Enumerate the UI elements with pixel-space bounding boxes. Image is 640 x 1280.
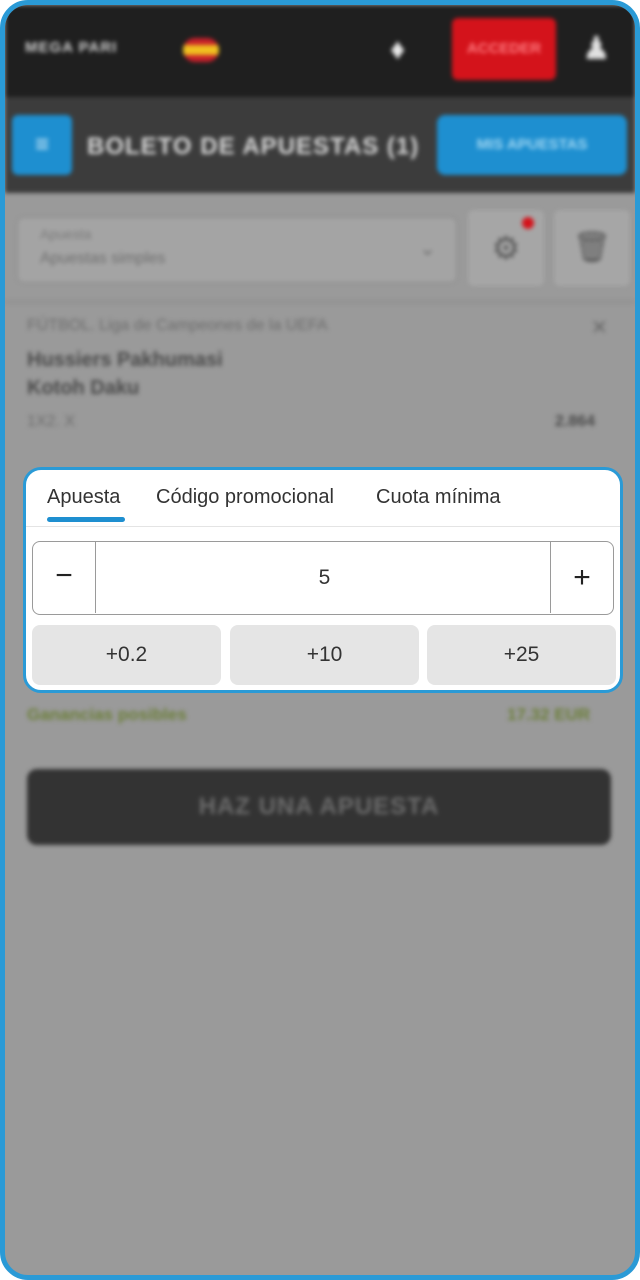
login-button[interactable]: ACCEDER <box>452 18 556 80</box>
close-icon[interactable]: ✕ <box>591 315 608 340</box>
betslip-title: BOLETO DE APUESTAS (1) <box>87 133 420 160</box>
flag-icon[interactable] <box>183 38 219 62</box>
stake-amount-input[interactable] <box>97 542 552 613</box>
league-name: FÚTBOL. Liga de Campeones de la UEFA <box>27 317 328 334</box>
stake-stepper: − + <box>32 541 614 615</box>
increase-button[interactable]: + <box>550 542 613 613</box>
brand-logo[interactable]: MEGA PARI <box>25 39 117 56</box>
stake-card: Apuesta Código promocional Cuota mínima … <box>23 467 623 693</box>
user-icon[interactable]: ♟ <box>582 29 611 67</box>
quick-amount-button[interactable]: +0.2 <box>32 625 221 685</box>
active-tab-indicator <box>47 517 125 522</box>
tab-min-odds[interactable]: Cuota mínima <box>376 486 501 509</box>
tab-bet[interactable]: Apuesta <box>47 486 120 509</box>
top-bar: MEGA PARI ♦ ACCEDER ♟ <box>5 5 635 97</box>
trash-icon[interactable]: 🗑 <box>554 210 630 286</box>
team-home: Hussiers Pakhumasi <box>27 349 223 371</box>
place-bet-button[interactable]: HAZ UNA APUESTA <box>27 769 611 845</box>
chevron-icon[interactable]: ≡ <box>12 115 72 175</box>
phone-frame: MEGA PARI ♦ ACCEDER ♟ ≡ BOLETO DE APUEST… <box>0 0 640 1280</box>
gift-icon[interactable]: ♦ <box>390 33 405 67</box>
odds-value: 2.864 <box>555 413 596 430</box>
decrease-button[interactable]: − <box>33 542 96 613</box>
bet-type-label: Apuesta <box>40 226 92 242</box>
team-away: Kotoh Daku <box>27 377 140 399</box>
stake-tabs: Apuesta Código promocional Cuota mínima <box>26 470 620 527</box>
bet-type-select[interactable]: Apuesta Apuestas simples ⌄ <box>17 217 457 283</box>
divider <box>5 301 635 303</box>
quick-amount-button[interactable]: +25 <box>427 625 616 685</box>
possible-winnings-value: 17.32 EUR <box>507 705 591 724</box>
bet-type-value: Apuestas simples <box>40 250 166 267</box>
market-name: 1X2. X <box>27 413 76 430</box>
quick-amount-button[interactable]: +10 <box>230 625 419 685</box>
betslip-header: ≡ BOLETO DE APUESTAS (1) MIS APUESTAS <box>5 97 635 193</box>
notification-dot <box>522 217 534 229</box>
chevron-down-icon: ⌄ <box>419 238 436 260</box>
possible-winnings-label: Ganancias posibles <box>27 705 187 724</box>
tab-promo-code[interactable]: Código promocional <box>156 486 334 509</box>
my-bets-button[interactable]: MIS APUESTAS <box>437 115 627 175</box>
